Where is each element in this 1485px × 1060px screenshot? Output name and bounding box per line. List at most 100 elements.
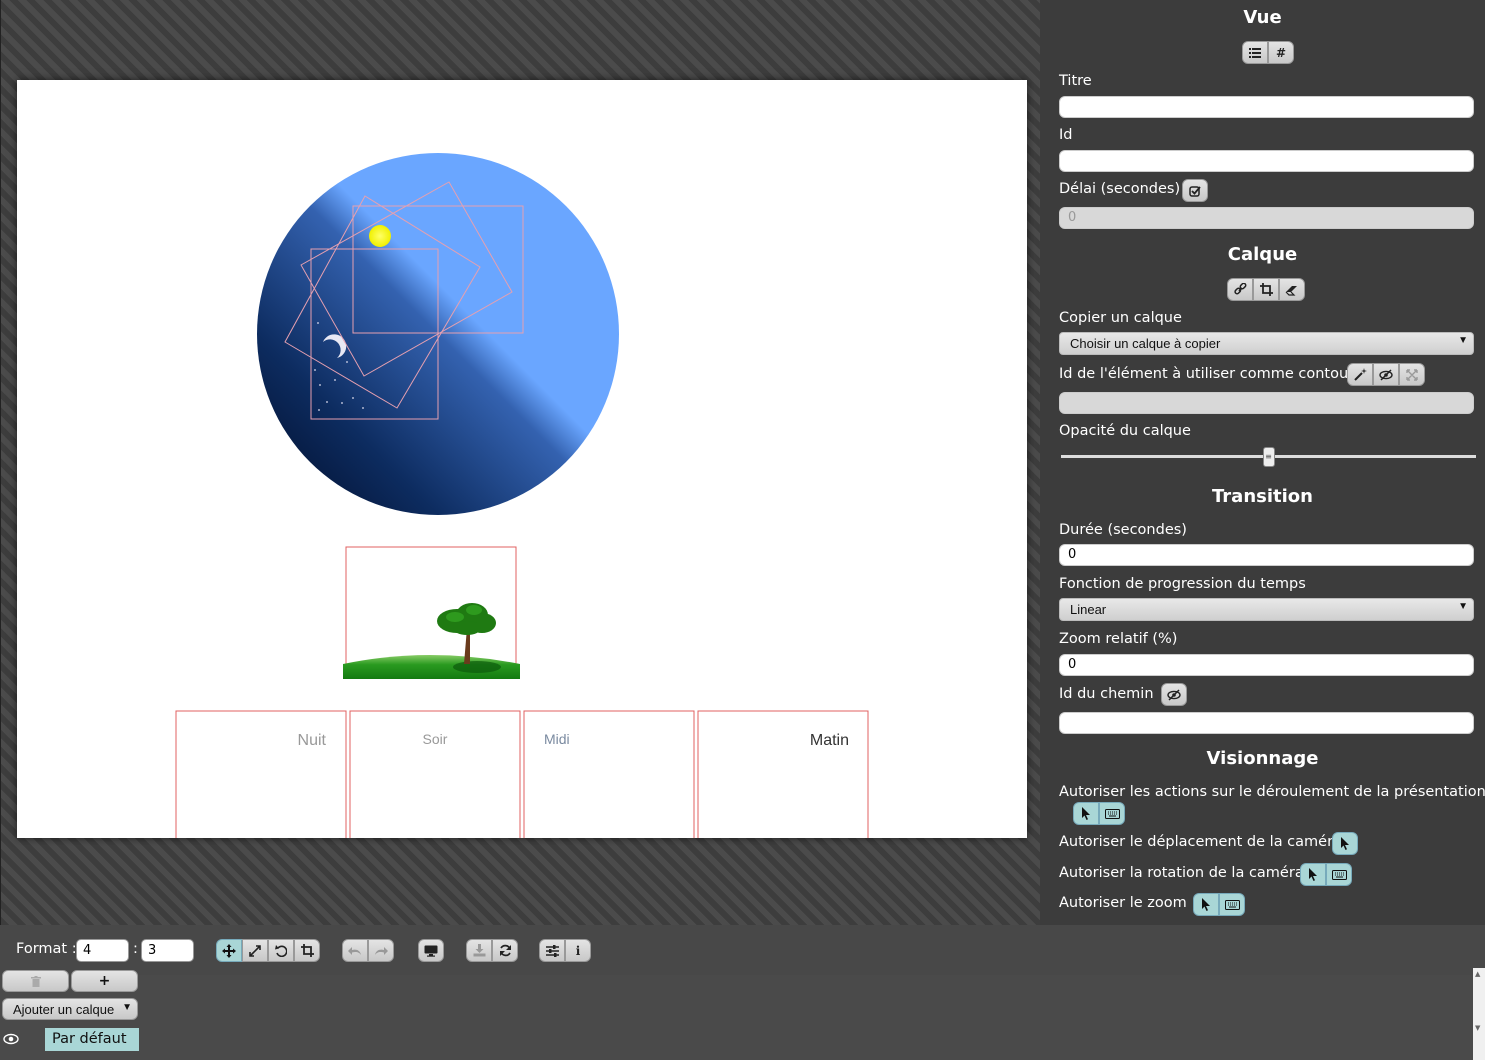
crop-icon[interactable] (1253, 278, 1279, 301)
scroll-down-icon[interactable]: ▼ (1475, 1024, 1480, 1032)
checkbox-icon[interactable] (1182, 179, 1208, 202)
titre-input[interactable] (1059, 96, 1474, 118)
settings-tools: i (539, 939, 591, 962)
frame-label-nuit: Nuit (298, 732, 327, 749)
keyboard-icon[interactable] (1326, 863, 1352, 886)
monitor-icon[interactable] (418, 939, 444, 962)
camera-label: Autoriser le déplacement de la caméra (1059, 834, 1342, 850)
resize-icon[interactable] (242, 939, 268, 962)
info-icon[interactable]: i (565, 939, 591, 962)
file-tools (466, 939, 518, 962)
fonction-label: Fonction de progression du temps (1059, 576, 1306, 592)
sliders-icon[interactable] (539, 939, 565, 962)
pointer-icon[interactable] (1073, 802, 1099, 825)
delai-input[interactable]: 0 (1059, 207, 1474, 229)
pointer-icon[interactable] (1300, 863, 1326, 886)
section-title-calque: Calque (1227, 244, 1298, 265)
transform-tools (216, 939, 320, 962)
duree-label: Durée (secondes) (1059, 522, 1187, 538)
refresh-icon[interactable] (492, 939, 518, 962)
add-layer-select[interactable]: Ajouter un calque ▼ (2, 998, 138, 1020)
format-width-input[interactable]: 4 (76, 939, 129, 962)
section-title-vue: Vue (1243, 7, 1282, 28)
properties-panel: Vue # Titre Id Délai (secondes) 0 Calque… (1040, 0, 1485, 925)
contour-input[interactable] (1059, 392, 1474, 414)
actions-toggles (1073, 802, 1125, 825)
format-height-input[interactable]: 3 (141, 939, 194, 962)
add-layer-button[interactable]: + (71, 970, 138, 992)
rotate-icon[interactable] (268, 939, 294, 962)
opacite-label: Opacité du calque (1059, 423, 1191, 439)
move-icon[interactable] (216, 939, 242, 962)
bottom-toolbar: Format : 4 : 3 i (0, 925, 1485, 975)
actions-label: Autoriser les actions sur le déroulement… (1059, 784, 1485, 800)
pointer-icon[interactable] (1332, 832, 1358, 855)
layers-scrollbar[interactable]: ▲ ▼ (1473, 968, 1485, 1060)
fonction-select-value: Linear (1070, 602, 1107, 617)
time-frames (175, 710, 869, 838)
stage-area[interactable]: Nuit Soir Midi Matin (0, 0, 1040, 925)
magic-wand-icon[interactable] (1347, 363, 1373, 386)
zoom-label: Autoriser le zoom (1059, 895, 1187, 911)
undo-icon[interactable] (342, 939, 368, 962)
calque-actions (1227, 278, 1305, 301)
layer-item-par-defaut[interactable]: Par défaut (45, 1028, 139, 1051)
delai-label: Délai (secondes) (1059, 181, 1181, 197)
keyboard-icon[interactable] (1219, 893, 1245, 916)
chemin-input[interactable] (1059, 712, 1474, 734)
crop-icon[interactable] (294, 939, 320, 962)
link-icon[interactable] (1227, 278, 1253, 301)
id-label: Id (1059, 127, 1073, 143)
chevron-down-icon: ▼ (122, 1002, 132, 1013)
expand-icon[interactable] (1399, 363, 1425, 386)
eraser-icon[interactable] (1279, 278, 1305, 301)
download-icon[interactable] (466, 939, 492, 962)
fonction-select[interactable]: Linear ▼ (1059, 598, 1474, 621)
list-icon[interactable] (1242, 41, 1268, 64)
format-label: Format : (16, 941, 77, 957)
chevron-down-icon: ▼ (1458, 601, 1468, 612)
hash-icon[interactable]: # (1268, 41, 1294, 64)
history-tools (342, 939, 394, 962)
chemin-toggle (1161, 683, 1187, 706)
copier-select[interactable]: Choisir un calque à copier ▼ (1059, 332, 1474, 355)
preview-tools (418, 939, 444, 962)
rotation-toggles (1300, 863, 1352, 886)
tree-foliage (437, 603, 496, 635)
contour-actions (1347, 363, 1425, 386)
titre-label: Titre (1059, 73, 1092, 89)
duree-input[interactable]: 0 (1059, 544, 1474, 566)
sun-shape (369, 225, 391, 247)
scroll-up-icon[interactable]: ▲ (1475, 970, 1480, 978)
zoom-relatif-input[interactable]: 0 (1059, 654, 1474, 676)
rotation-label: Autoriser la rotation de la caméra (1059, 865, 1304, 881)
add-layer-select-value: Ajouter un calque (13, 1001, 115, 1017)
delai-toggle (1182, 179, 1208, 202)
keyboard-icon[interactable] (1099, 802, 1125, 825)
frame-label-midi: Midi (544, 731, 570, 747)
eye-slash-icon[interactable] (1161, 683, 1187, 706)
pointer-icon[interactable] (1193, 893, 1219, 916)
delete-layer-button[interactable] (2, 970, 69, 992)
camera-toggles (1332, 832, 1358, 855)
trash-icon (30, 975, 41, 987)
vue-view-toggle: # (1242, 41, 1294, 64)
opacite-slider-handle[interactable]: ≡ (1262, 447, 1275, 467)
chevron-down-icon: ▼ (1458, 335, 1468, 346)
id-input[interactable] (1059, 150, 1474, 172)
section-title-visionnage: Visionnage (1206, 748, 1319, 769)
frame-label-soir: Soir (423, 731, 448, 747)
frame-label-matin: Matin (810, 732, 849, 749)
chemin-label: Id du chemin (1059, 686, 1154, 702)
copier-select-value: Choisir un calque à copier (1070, 336, 1221, 351)
eye-icon[interactable] (3, 1033, 19, 1047)
contour-label: Id de l'élément à utiliser comme contour (1059, 366, 1355, 382)
eye-slash-icon[interactable] (1373, 363, 1399, 386)
slide-svg[interactable]: Nuit Soir Midi Matin (17, 80, 1027, 838)
zoom-toggles (1193, 893, 1245, 916)
copier-label: Copier un calque (1059, 310, 1182, 326)
format-separator: : (133, 941, 138, 957)
section-title-transition: Transition (1212, 486, 1313, 507)
slide-canvas[interactable]: Nuit Soir Midi Matin (17, 80, 1027, 838)
redo-icon[interactable] (368, 939, 394, 962)
